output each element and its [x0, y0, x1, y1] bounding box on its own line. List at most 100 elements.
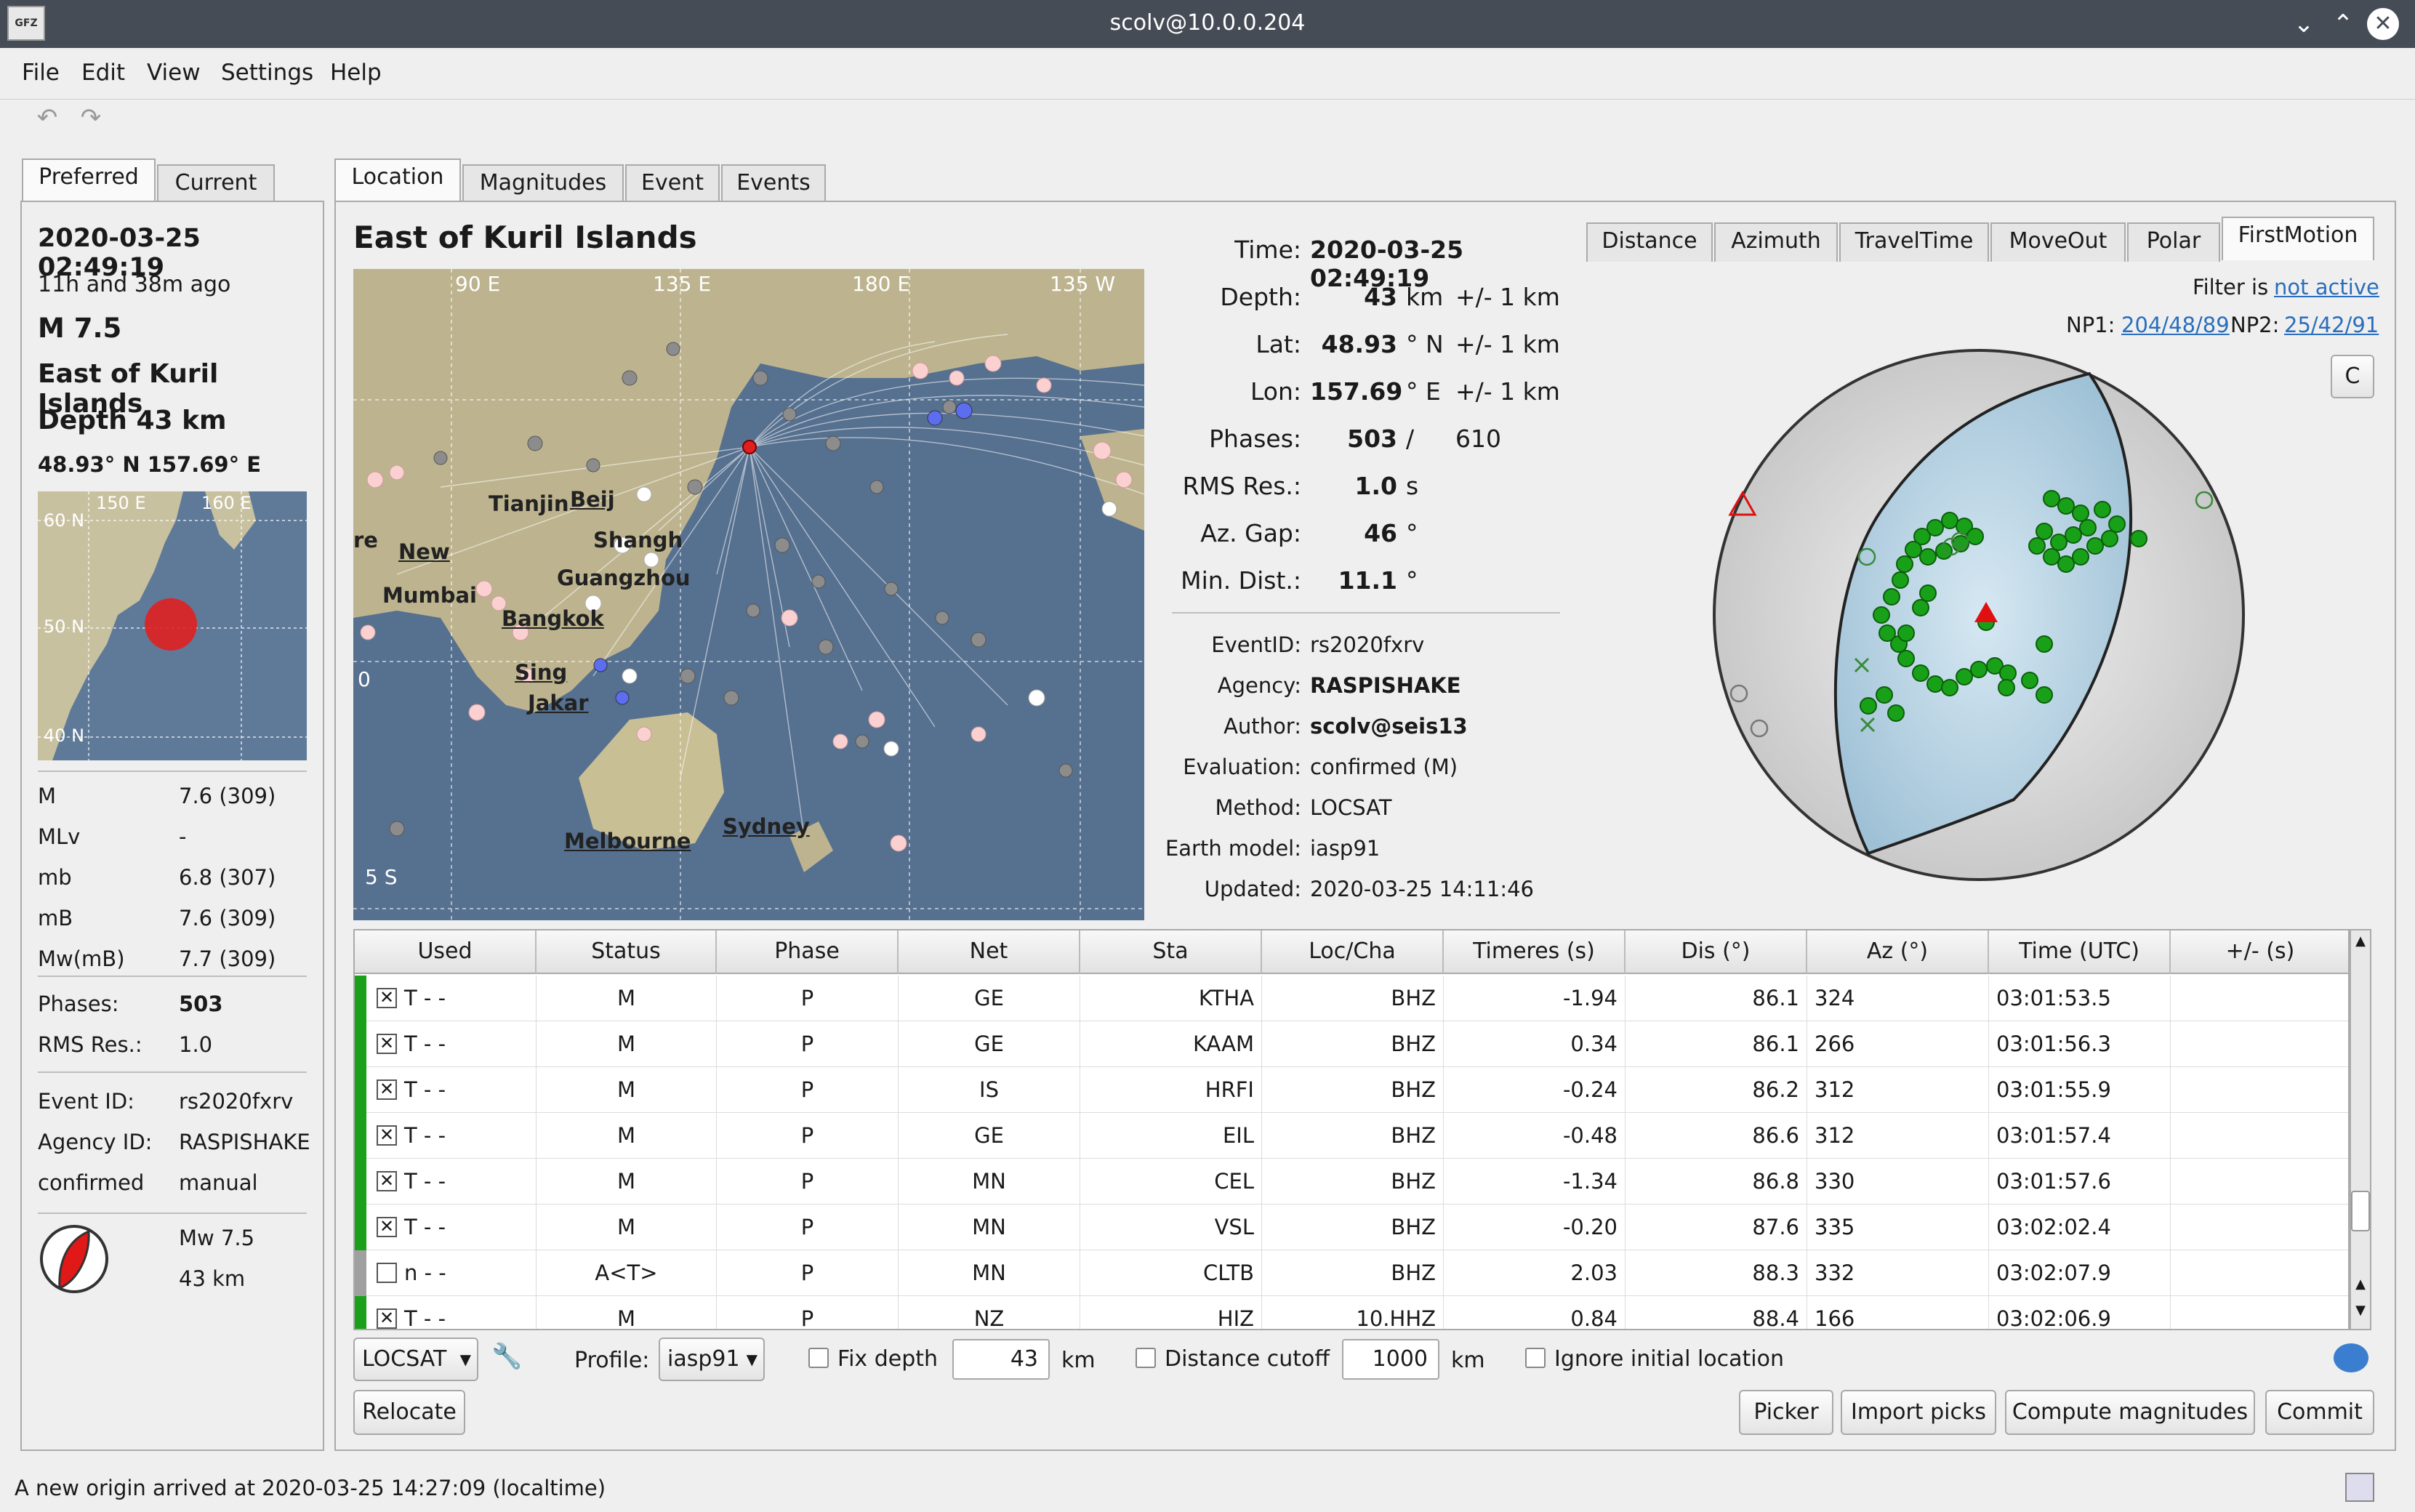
column-header[interactable]: +/- (s) — [2171, 930, 2348, 974]
cell-res: -0.24 — [1444, 1067, 1626, 1113]
used-checkbox[interactable]: ✕ — [377, 1125, 397, 1146]
plot-tab-moveout[interactable]: MoveOut — [1990, 222, 2126, 262]
cell-dis: 87.6 — [1626, 1205, 1807, 1250]
cell-cha: BHZ — [1262, 1159, 1444, 1205]
used-cell[interactable]: ✕ T - - — [355, 1021, 537, 1067]
table-scrollbar[interactable]: ▲ ▲ ▼ — [2350, 929, 2371, 1330]
loc-field-label: Az. Gap: — [1200, 519, 1301, 547]
chat-bubble-icon[interactable] — [2334, 1343, 2368, 1372]
table-row[interactable]: ✕ T - - M P MN CEL BHZ -1.34 86.8 330 03:01:57.6 — [355, 1159, 2348, 1205]
plot-tab-polar[interactable]: Polar — [2127, 222, 2220, 262]
mag-value: 7.6 (309) — [179, 784, 276, 808]
method-combo[interactable]: LOCSAT ▼ — [353, 1338, 478, 1381]
import-picks-button[interactable]: Import picks — [1841, 1390, 1996, 1435]
undo-icon[interactable]: ↶ — [29, 103, 65, 135]
location-map[interactable]: 90 E 135 E 180 E 135 W 5 S 0 Tianjin Bei… — [353, 269, 1144, 920]
plot-tab-distance[interactable]: Distance — [1586, 222, 1713, 262]
used-cell[interactable]: ✕ T - - — [355, 1296, 537, 1329]
np2-label: NP2: — [2230, 313, 2280, 337]
ignore-initial-checkbox[interactable] — [1525, 1348, 1546, 1368]
scrollbar-thumb[interactable] — [2351, 1191, 2370, 1231]
used-checkbox[interactable] — [377, 1263, 397, 1283]
np1-link[interactable]: 204/48/89 — [2121, 313, 2230, 337]
firstmotion-beachball[interactable] — [1710, 346, 2248, 884]
np2-link[interactable]: 25/42/91 — [2284, 313, 2379, 337]
tab-current[interactable]: Current — [157, 164, 275, 204]
commit-button[interactable]: Commit — [2265, 1390, 2374, 1435]
maximize-icon[interactable]: ⌃ — [2326, 7, 2360, 41]
tab-location[interactable]: Location — [334, 158, 461, 202]
column-header[interactable]: Time (UTC) — [1989, 930, 2171, 974]
table-row[interactable]: ✕ T - - M P NZ HIZ 10.HHZ 0.84 88.4 166 03:02:06.… — [355, 1296, 2348, 1329]
cutoff-input[interactable]: 1000 — [1342, 1339, 1439, 1380]
used-cell[interactable]: ✕ T - - — [355, 1067, 537, 1113]
tab-events[interactable]: Events — [721, 164, 826, 204]
map-city: New — [398, 539, 450, 564]
table-row[interactable]: ✕ T - - M P IS HRFI BHZ -0.24 86.2 312 03:01:55.9 — [355, 1067, 2348, 1113]
used-cell[interactable]: ✕ T - - — [355, 1113, 537, 1159]
relocate-button[interactable]: Relocate — [353, 1390, 465, 1435]
tab-magnitudes[interactable]: Magnitudes — [462, 164, 624, 204]
used-checkbox[interactable]: ✕ — [377, 1171, 397, 1191]
menu-edit[interactable]: Edit — [81, 60, 125, 86]
scroll-down-icon[interactable]: ▼ — [2352, 1303, 2368, 1322]
profile-combo[interactable]: iasp91 ▼ — [659, 1338, 765, 1381]
distance-cutoff-checkbox[interactable] — [1136, 1348, 1156, 1368]
filter-link[interactable]: not active — [2274, 275, 2379, 299]
used-cell[interactable]: ✕ T - - — [355, 1205, 537, 1250]
status-icon — [2345, 1473, 2374, 1502]
used-flags: T - - — [404, 1169, 446, 1194]
wrench-icon[interactable]: 🔧 — [491, 1342, 522, 1371]
menu-settings[interactable]: Settings — [221, 60, 313, 86]
used-checkbox[interactable]: ✕ — [377, 1217, 397, 1237]
menu-file[interactable]: File — [22, 60, 60, 86]
summary-minimap[interactable]: 150 E 160 E 60 N 50 N 40 N — [38, 491, 307, 760]
scroll-up-icon[interactable]: ▲ — [2352, 1276, 2368, 1295]
cell-status: A<T> — [537, 1250, 717, 1296]
cutoff-unit: km — [1451, 1348, 1485, 1373]
compute-magnitudes-button[interactable]: Compute magnitudes — [2005, 1390, 2255, 1435]
redo-icon[interactable]: ↷ — [73, 103, 109, 135]
close-icon[interactable]: ✕ — [2367, 8, 2399, 40]
used-checkbox[interactable]: ✕ — [377, 1079, 397, 1100]
column-header[interactable]: Loc/Cha — [1262, 930, 1444, 974]
cell-cha: 10.HHZ — [1262, 1296, 1444, 1329]
plot-tab-traveltime[interactable]: TravelTime — [1839, 222, 1989, 262]
map-city: Melbourne — [564, 829, 691, 853]
used-cell[interactable]: ✕ T - - — [355, 1159, 537, 1205]
info-label: Updated: — [1204, 877, 1301, 901]
info-label: Method: — [1215, 795, 1301, 820]
column-header[interactable]: Used — [355, 930, 537, 974]
table-row[interactable]: ✕ T - - M P GE EIL BHZ -0.48 86.6 312 03:01:57.4 — [355, 1113, 2348, 1159]
table-row[interactable]: ✕ T - - M P GE KTHA BHZ -1.94 86.1 324 03:01:53.5 — [355, 976, 2348, 1021]
table-row[interactable]: n - - A<T> P MN CLTB BHZ 2.03 88.3 332 03:02:07.9 — [355, 1250, 2348, 1296]
plot-tab-azimuth[interactable]: Azimuth — [1714, 222, 1838, 262]
tab-event[interactable]: Event — [625, 164, 720, 204]
c-button[interactable]: C — [2331, 355, 2374, 398]
table-row[interactable]: ✕ T - - M P GE KAAM BHZ 0.34 86.1 266 03:01:56.3 — [355, 1021, 2348, 1067]
loc-field-value: 1.0 — [1354, 472, 1397, 500]
column-header[interactable]: Az (°) — [1807, 930, 1989, 974]
used-cell[interactable]: n - - — [355, 1250, 537, 1296]
used-checkbox[interactable]: ✕ — [377, 1034, 397, 1054]
menu-view[interactable]: View — [147, 60, 201, 86]
minimize-icon[interactable]: ⌄ — [2287, 7, 2320, 41]
column-header[interactable]: Status — [537, 930, 717, 974]
tab-preferred[interactable]: Preferred — [22, 158, 156, 202]
table-row[interactable]: ✕ T - - M P MN VSL BHZ -0.20 87.6 335 03:02:02.4 — [355, 1205, 2348, 1250]
used-cell[interactable]: ✕ T - - — [355, 976, 537, 1021]
picker-button[interactable]: Picker — [1739, 1390, 1833, 1435]
depth-input[interactable]: 43 — [952, 1339, 1050, 1380]
fix-depth-checkbox[interactable] — [808, 1348, 829, 1368]
loc-field-unit: ° N — [1406, 330, 1444, 358]
used-checkbox[interactable]: ✕ — [377, 1308, 397, 1329]
column-header[interactable]: Dis (°) — [1626, 930, 1807, 974]
column-header[interactable]: Sta — [1080, 930, 1262, 974]
column-header[interactable]: Timeres (s) — [1444, 930, 1626, 974]
column-header[interactable]: Net — [899, 930, 1080, 974]
menu-help[interactable]: Help — [330, 60, 382, 86]
scroll-up-icon[interactable]: ▲ — [2352, 933, 2368, 952]
column-header[interactable]: Phase — [717, 930, 899, 974]
used-checkbox[interactable]: ✕ — [377, 988, 397, 1008]
plot-tab-firstmotion[interactable]: FirstMotion — [2222, 217, 2374, 260]
